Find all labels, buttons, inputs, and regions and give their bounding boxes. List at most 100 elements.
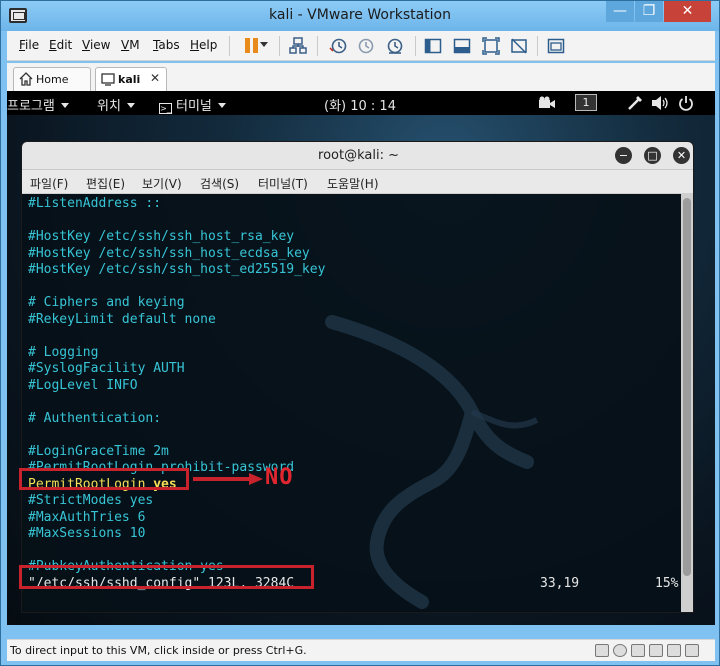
clock[interactable]: (화) 10 : 14 (324, 95, 396, 114)
snapshot-icon[interactable] (329, 37, 347, 55)
toolbar-separator (317, 36, 318, 56)
code-line: # Authentication: (28, 410, 162, 426)
terminal-title: root@kali: ~ (318, 148, 399, 163)
menu-vm[interactable]: VM (121, 38, 140, 52)
menu-help[interactable]: Help (190, 38, 217, 52)
terminal-titlebar[interactable]: root@kali: ~ − □ ✕ (22, 142, 693, 170)
menu-view[interactable]: View (82, 38, 110, 52)
camera-icon[interactable] (538, 96, 556, 110)
menu-tabs[interactable]: Tabs (153, 38, 180, 52)
network-adapter-icon[interactable] (631, 644, 645, 657)
chevron-down-icon (126, 103, 135, 108)
maximize-icon[interactable]: □ (644, 147, 661, 164)
toolbar-separator (415, 36, 416, 56)
snapshot-manager-icon[interactable] (386, 37, 404, 55)
terminal-menubar: 파일(F) 편집(E) 보기(V) 검색(S) 터미널(T) 도움말(H) (22, 170, 693, 194)
usb-icon[interactable] (649, 644, 663, 657)
gnome-top-bar: 프로그램 위치 >_ 터미널 (화) 10 : 14 1 (7, 91, 715, 115)
menu-edit-kr[interactable]: 편집(E) (86, 175, 125, 192)
terminal-app-menu[interactable]: >_ 터미널 (159, 95, 226, 114)
close-button[interactable]: ✕ (664, 1, 711, 22)
status-cursor-position: 33,19 (540, 575, 580, 591)
places-menu[interactable]: 위치 (97, 95, 135, 114)
tab-kali[interactable]: kali ✕ (95, 67, 167, 91)
chevron-down-icon (60, 103, 69, 108)
menu-toolbar: File Edit View VM Tabs Help (7, 31, 715, 61)
code-line: # Ciphers and keying (28, 295, 185, 310)
toolbar-separator (229, 36, 230, 56)
tab-home[interactable]: Home (13, 67, 91, 91)
tab-label: Home (36, 73, 69, 86)
cd-drive-icon[interactable] (613, 644, 627, 657)
close-icon[interactable]: ✕ (673, 147, 690, 164)
console-view-icon[interactable] (453, 37, 471, 55)
tab-bar: Home kali ✕ (7, 63, 715, 91)
revert-snapshot-icon[interactable] (357, 37, 375, 55)
minimize-button[interactable]: — (606, 1, 634, 22)
terminal-app-label: 터미널 (176, 99, 212, 114)
menu-file-kr[interactable]: 파일(F) (30, 175, 68, 192)
view-library-icon[interactable] (547, 37, 565, 55)
menu-search-kr[interactable]: 검색(S) (200, 175, 239, 192)
network-icon[interactable] (289, 37, 307, 55)
menu-view-kr[interactable]: 보기(V) (142, 175, 182, 192)
applications-menu[interactable]: 프로그램 (7, 95, 69, 114)
terminal-window[interactable]: root@kali: ~ − □ ✕ 파일(F) 편집(E) 보기(V) 검색(… (21, 141, 694, 613)
display-icon[interactable] (685, 644, 699, 657)
status-message: To direct input to this VM, click inside… (10, 644, 307, 657)
toolbar-separator (279, 36, 280, 56)
code-line: #LogLevel INFO (28, 377, 138, 393)
vm-screen[interactable]: 프로그램 위치 >_ 터미널 (화) 10 : 14 1 root@kali: ~… (7, 91, 715, 625)
scroll-thumb[interactable] (683, 198, 691, 576)
menu-file[interactable]: File (19, 38, 39, 52)
volume-icon[interactable] (651, 95, 669, 111)
places-label: 위치 (97, 99, 121, 114)
unity-mode-icon[interactable] (510, 37, 528, 55)
terminal-scrollbar[interactable] (681, 194, 693, 612)
sound-card-icon[interactable] (667, 644, 681, 657)
annotation-arrow (193, 473, 263, 485)
terminal-icon: >_ (159, 103, 172, 114)
close-icon[interactable]: ✕ (150, 71, 160, 85)
pointer-tool-icon[interactable] (627, 95, 643, 111)
chevron-down-icon (217, 103, 226, 108)
pause-icon[interactable] (243, 37, 261, 55)
vim-buffer[interactable]: #ListenAddress :: #HostKey /etc/ssh/ssh_h… (28, 196, 678, 592)
fullscreen-icon[interactable] (482, 37, 500, 55)
code-line: #MaxAuthTries 6 (28, 509, 146, 525)
menu-help-kr[interactable]: 도움말(H) (327, 175, 379, 192)
sidebar-toggle-icon[interactable] (424, 37, 442, 55)
code-line: #SyslogFacility AUTH (28, 361, 185, 376)
vmware-window: kali - VMware Workstation — ❐ ✕ File Edi… (0, 0, 720, 666)
code-line: #HostKey /etc/ssh/ssh_host_rsa_key (28, 229, 295, 244)
annotation-label: NO (265, 465, 294, 490)
code-line: #LoginGraceTime 2m (28, 443, 169, 459)
status-bar: To direct input to this VM, click inside… (7, 639, 715, 661)
status-percent: 15% (655, 575, 679, 591)
code-line: #HostKey /etc/ssh/ssh_host_ecdsa_key (28, 245, 310, 261)
title-bar[interactable]: kali - VMware Workstation — ❐ ✕ (1, 1, 719, 31)
minimize-icon[interactable]: − (615, 147, 632, 164)
vm-icon (101, 73, 115, 86)
power-icon[interactable] (678, 95, 694, 111)
applications-label: 프로그램 (7, 99, 55, 114)
menu-terminal-kr[interactable]: 터미널(T) (258, 175, 308, 192)
code-line: #RekeyLimit default none (28, 311, 216, 327)
home-icon (19, 72, 33, 86)
code-line: # Logging (28, 344, 99, 360)
hard-disk-icon[interactable] (595, 644, 609, 657)
chevron-down-icon[interactable] (260, 42, 268, 47)
code-line: #StrictModes yes (28, 493, 154, 508)
toolbar-separator (537, 36, 538, 56)
code-line: #HostKey /etc/ssh/ssh_host_ed25519_key (28, 262, 326, 277)
workspace-indicator[interactable]: 1 (575, 94, 597, 111)
maximize-button[interactable]: ❐ (635, 1, 663, 22)
menu-edit[interactable]: Edit (49, 38, 72, 52)
code-line: #MaxSessions 10 (28, 526, 146, 541)
